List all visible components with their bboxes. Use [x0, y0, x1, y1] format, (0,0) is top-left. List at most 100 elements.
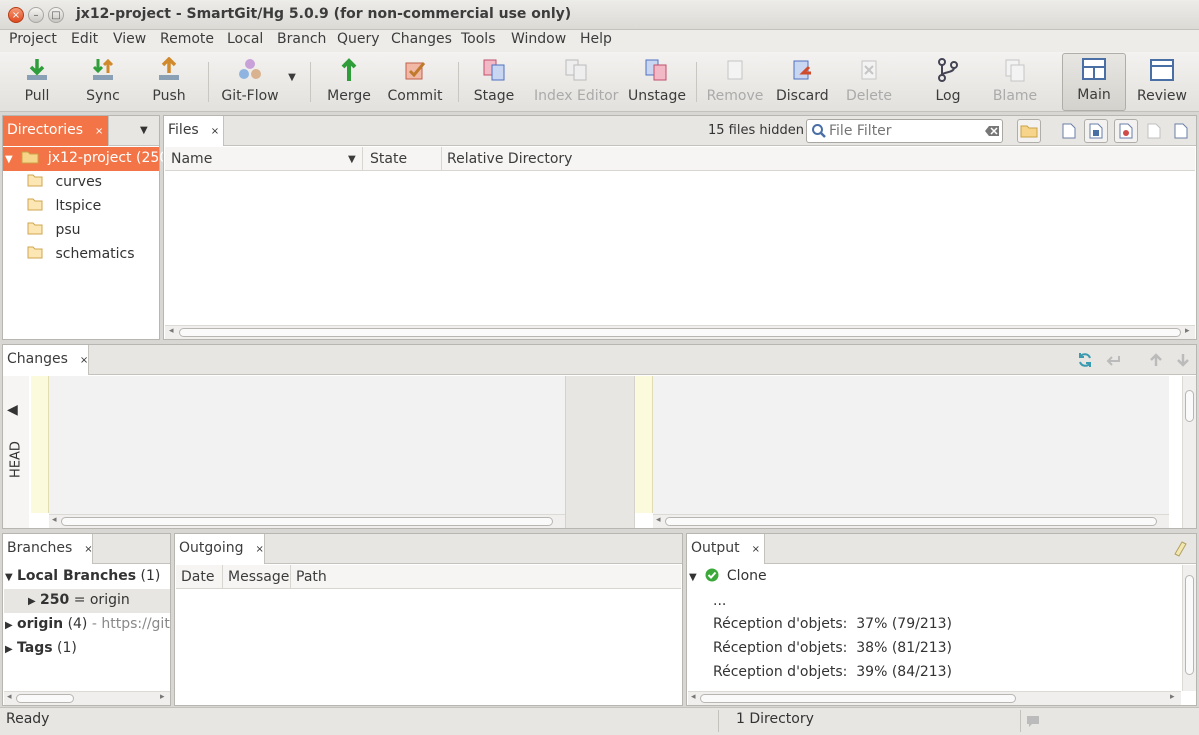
tree-item-schematics[interactable]: schematics	[27, 246, 135, 262]
branch-item-250[interactable]: ▶ 250 = origin	[4, 589, 170, 613]
menu-view[interactable]: View	[113, 31, 146, 47]
panel-menu-icon[interactable]: ▼	[140, 125, 148, 136]
previous-change-icon[interactable]	[1148, 352, 1164, 368]
diff-connector	[565, 376, 635, 528]
stage-button[interactable]: Stage	[470, 55, 518, 109]
file-ignored-icon[interactable]	[1147, 123, 1161, 139]
merge-button[interactable]: Merge	[324, 55, 374, 109]
collapsed-triangle-icon[interactable]: ▶	[5, 620, 17, 631]
right-diff-editor[interactable]	[653, 376, 1169, 514]
menu-edit[interactable]: Edit	[71, 31, 98, 47]
main-view-button[interactable]: Main	[1062, 53, 1126, 111]
pull-button[interactable]: Pull	[14, 55, 60, 109]
tree-item-curves[interactable]: curves	[27, 174, 102, 190]
menu-query[interactable]: Query	[337, 31, 380, 47]
file-assumed-icon[interactable]	[1174, 123, 1188, 139]
tab-branches[interactable]: Branches ×	[3, 534, 93, 564]
expand-triangle-icon[interactable]: ▼	[689, 572, 701, 583]
show-unchanged-toggle[interactable]	[1017, 119, 1041, 143]
sync-button[interactable]: Sync	[80, 55, 126, 109]
output-vertical-scrollbar[interactable]	[1182, 565, 1196, 691]
file-filter-input[interactable]	[829, 122, 977, 140]
close-icon[interactable]: ×	[255, 544, 263, 555]
show-conflicted-toggle[interactable]	[1114, 119, 1138, 143]
file-untracked-icon[interactable]	[1062, 123, 1076, 139]
close-icon[interactable]: ×	[752, 544, 760, 555]
tab-outgoing[interactable]: Outgoing ×	[175, 534, 265, 564]
scrollbar-thumb[interactable]	[700, 694, 1016, 703]
tab-output[interactable]: Output ×	[687, 534, 765, 564]
window-close-button[interactable]: ×	[8, 7, 24, 23]
left-diff-scrollbar[interactable]: ◂	[49, 514, 565, 528]
scrollbar-thumb[interactable]	[1185, 575, 1194, 675]
scrollbar-thumb[interactable]	[179, 328, 1181, 337]
column-path[interactable]: Path	[296, 569, 327, 585]
output-task-clone[interactable]: ▼ Clone	[689, 568, 767, 584]
tree-item-ltspice[interactable]: ltspice	[27, 198, 101, 214]
branches-horizontal-scrollbar[interactable]: ◂ ▸	[4, 691, 170, 705]
column-state[interactable]: State	[370, 151, 407, 167]
menu-project[interactable]: Project	[9, 31, 57, 47]
undo-icon[interactable]	[1105, 352, 1121, 368]
sort-desc-icon[interactable]: ▼	[348, 154, 356, 165]
window-maximize-button[interactable]: □	[48, 7, 64, 23]
scrollbar-thumb[interactable]	[665, 517, 1157, 526]
commit-button[interactable]: Commit	[386, 55, 444, 109]
menu-changes[interactable]: Changes	[391, 31, 452, 47]
close-icon[interactable]: ×	[84, 544, 92, 555]
column-relative-directory[interactable]: Relative Directory	[447, 151, 572, 167]
tree-root-jx12-project[interactable]: ▼ jx12-project (250)	[3, 147, 174, 171]
close-icon[interactable]: ×	[95, 126, 103, 137]
review-view-button[interactable]: Review	[1134, 55, 1190, 109]
window-minimize-button[interactable]: –	[28, 7, 44, 23]
scrollbar-thumb[interactable]	[1185, 390, 1194, 422]
unstage-button[interactable]: Unstage	[628, 55, 686, 109]
refresh-icon[interactable]	[1077, 352, 1093, 368]
tab-files[interactable]: Files ×	[164, 116, 224, 146]
column-message[interactable]: Message	[228, 569, 289, 585]
clear-output-icon[interactable]	[1173, 541, 1187, 557]
menu-branch[interactable]: Branch	[277, 31, 326, 47]
next-change-icon[interactable]	[1175, 352, 1191, 368]
output-horizontal-scrollbar[interactable]: ◂ ▸	[688, 691, 1181, 705]
changes-vertical-scrollbar[interactable]	[1182, 376, 1196, 528]
clear-filter-icon[interactable]	[985, 126, 999, 136]
remove-button[interactable]: Remove	[706, 55, 764, 109]
right-diff-scrollbar[interactable]: ◂	[653, 514, 1169, 528]
tab-changes[interactable]: Changes ×	[3, 345, 89, 375]
tags-node[interactable]: ▶ Tags (1)	[5, 640, 77, 656]
show-modified-toggle[interactable]	[1084, 119, 1108, 143]
index-editor-button[interactable]: Index Editor	[534, 55, 618, 109]
column-name[interactable]: Name	[171, 151, 212, 167]
local-branches-node[interactable]: ▼ Local Branches (1)	[5, 568, 160, 584]
collapsed-triangle-icon[interactable]: ▶	[5, 644, 17, 655]
delete-button[interactable]: Delete	[844, 55, 894, 109]
origin-remote-node[interactable]: ▶origin (4) - https://githu	[5, 616, 171, 632]
menu-tools[interactable]: Tools	[461, 31, 496, 47]
discard-button[interactable]: Discard	[776, 55, 829, 109]
menu-remote[interactable]: Remote	[160, 31, 214, 47]
notifications-icon[interactable]	[1026, 715, 1040, 728]
folder-icon	[27, 222, 43, 235]
tree-item-psu[interactable]: psu	[27, 222, 81, 238]
expand-triangle-icon[interactable]: ▼	[5, 154, 17, 165]
left-diff-editor[interactable]	[49, 376, 565, 514]
scrollbar-thumb[interactable]	[61, 517, 553, 526]
gitflow-button[interactable]: Git-Flow	[218, 55, 282, 109]
expand-triangle-icon[interactable]: ▼	[5, 572, 17, 583]
close-icon[interactable]: ×	[211, 126, 219, 137]
column-date[interactable]: Date	[181, 569, 214, 585]
menu-window[interactable]: Window	[511, 31, 566, 47]
push-button[interactable]: Push	[146, 55, 192, 109]
close-icon[interactable]: ×	[80, 355, 88, 366]
files-horizontal-scrollbar[interactable]: ◂ ▸	[165, 325, 1195, 339]
tab-directories[interactable]: Directories ×	[3, 116, 109, 146]
menu-local[interactable]: Local	[227, 31, 263, 47]
scrollbar-thumb[interactable]	[16, 694, 74, 703]
menu-help[interactable]: Help	[580, 31, 612, 47]
changes-panel: Changes × ◀ HEAD ◂ ◂	[2, 344, 1197, 529]
blame-button[interactable]: Blame	[990, 55, 1040, 109]
log-button[interactable]: Log	[928, 55, 968, 109]
collapsed-triangle-icon[interactable]: ▶	[28, 596, 40, 607]
file-filter-box[interactable]	[806, 119, 1003, 143]
